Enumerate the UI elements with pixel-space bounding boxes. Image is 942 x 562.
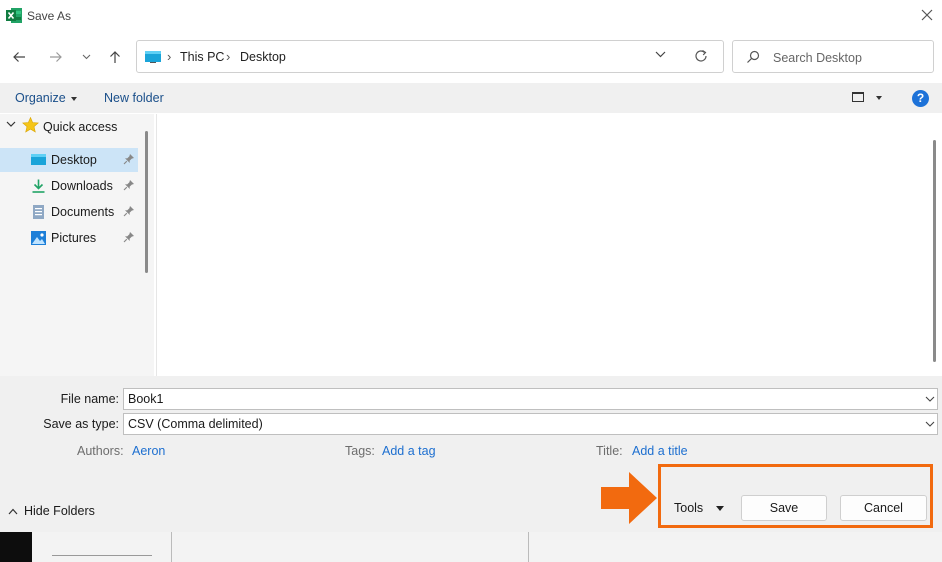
quick-access-label: Quick access	[43, 120, 118, 134]
background-app-panel	[32, 532, 942, 562]
background-divider	[52, 555, 152, 556]
arrow-right-annotation-icon	[601, 472, 657, 524]
caret-down-icon	[70, 96, 77, 101]
view-options-icon[interactable]	[852, 92, 864, 102]
desktop-icon	[145, 51, 161, 63]
close-icon[interactable]	[919, 7, 935, 23]
pin-icon[interactable]	[123, 179, 135, 191]
file-list[interactable]	[156, 114, 932, 376]
forward-button[interactable]	[45, 46, 67, 68]
sidebar-item-label: Desktop	[51, 153, 97, 167]
refresh-icon[interactable]	[693, 48, 709, 64]
chevron-down-icon[interactable]	[6, 120, 16, 128]
arrow-up-icon	[110, 51, 120, 63]
excel-icon	[6, 8, 22, 23]
tools-menu[interactable]: Tools	[674, 501, 703, 515]
pictures-icon	[31, 231, 46, 245]
sidebar-item-label: Pictures	[51, 231, 97, 245]
quick-access-item[interactable]: Quick access	[0, 114, 138, 138]
sidebar-item-label: Downloads	[51, 179, 113, 193]
background-divider	[528, 532, 529, 562]
navigation-pane: Quick access Desktop Downloads Documents…	[0, 114, 154, 376]
chevron-down-icon	[82, 54, 90, 60]
breadcrumb-desktop[interactable]: Desktop	[240, 50, 286, 64]
help-icon[interactable]: ?	[912, 90, 929, 107]
up-button[interactable]	[104, 46, 126, 68]
pin-icon[interactable]	[123, 153, 135, 165]
downloads-icon	[32, 179, 45, 193]
background-app-left	[0, 532, 32, 562]
authors-value[interactable]: Aeron	[132, 444, 165, 458]
file-name-combobox[interactable]	[123, 388, 938, 410]
arrow-right-icon	[50, 52, 62, 62]
save-options-form: File name: Save as type: CSV (Comma deli…	[0, 376, 942, 476]
chevron-up-icon	[8, 508, 18, 515]
chevron-down-icon[interactable]	[655, 51, 666, 58]
save-button[interactable]: Save	[741, 495, 827, 521]
pin-icon[interactable]	[123, 231, 135, 243]
organize-label: Organize	[15, 91, 66, 105]
search-icon	[747, 50, 760, 63]
desktop-icon	[31, 154, 46, 165]
navigation-bar: › This PC › Desktop	[0, 38, 942, 76]
command-bar: Organize New folder ?	[0, 83, 942, 113]
background-divider	[171, 532, 172, 562]
sidebar-item-label: Documents	[51, 205, 115, 219]
save-type-label: Save as type:	[43, 417, 119, 431]
chevron-down-icon[interactable]	[925, 421, 935, 427]
tags-label: Tags:	[345, 444, 375, 458]
sidebar-item-documents[interactable]: Documents	[0, 200, 138, 224]
caret-down-icon[interactable]	[716, 506, 724, 511]
hide-folders-button[interactable]: Hide Folders	[8, 504, 95, 518]
arrow-left-icon	[13, 52, 25, 62]
sidebar-item-desktop[interactable]: Desktop	[0, 148, 138, 172]
search-input[interactable]	[771, 47, 925, 69]
file-list-scrollbar[interactable]	[933, 140, 936, 362]
cancel-button[interactable]: Cancel	[840, 495, 927, 521]
navigation-scrollbar[interactable]	[145, 131, 148, 273]
chevron-down-icon[interactable]	[925, 396, 935, 402]
title-label: Title:	[596, 444, 623, 458]
add-title-link[interactable]: Add a title	[632, 444, 688, 458]
save-type-value: CSV (Comma delimited)	[128, 417, 263, 431]
file-name-field[interactable]	[128, 391, 908, 407]
save-type-select[interactable]: CSV (Comma delimited)	[123, 413, 938, 435]
star-icon	[22, 117, 39, 133]
save-as-dialog: Save As › This PC › Desktop Search Deskt…	[0, 0, 942, 532]
recent-locations-button[interactable]	[75, 46, 97, 68]
breadcrumb-this-pc[interactable]: This PC	[180, 50, 224, 64]
pin-icon[interactable]	[123, 205, 135, 217]
file-name-label: File name:	[60, 392, 119, 406]
window-title: Save As	[27, 9, 72, 23]
breadcrumb-separator: ›	[226, 49, 231, 64]
sidebar-item-pictures[interactable]: Pictures	[0, 226, 138, 250]
address-bar[interactable]: › This PC › Desktop	[136, 40, 724, 73]
authors-label: Authors:	[77, 444, 124, 458]
add-tag-link[interactable]: Add a tag	[382, 444, 436, 458]
search-box[interactable]	[732, 40, 934, 73]
back-button[interactable]	[8, 46, 30, 68]
sidebar-item-downloads[interactable]: Downloads	[0, 174, 138, 198]
organize-menu[interactable]: Organize	[15, 91, 77, 105]
hide-folders-label: Hide Folders	[24, 504, 95, 518]
title-bar: Save As	[0, 0, 942, 32]
caret-down-icon[interactable]	[876, 96, 882, 100]
new-folder-button[interactable]: New folder	[104, 91, 164, 105]
documents-icon	[33, 205, 44, 219]
breadcrumb-separator: ›	[167, 49, 172, 64]
